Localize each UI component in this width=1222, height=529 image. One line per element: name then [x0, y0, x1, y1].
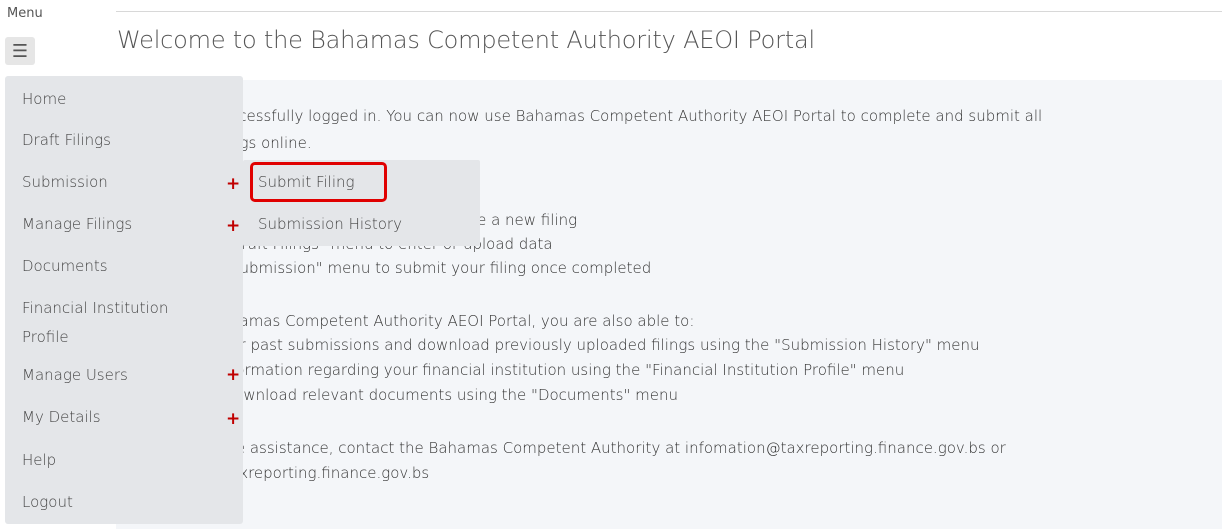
hamburger-icon: ☰ — [11, 40, 29, 62]
header-divider — [116, 11, 1222, 12]
menu-label: Menu — [7, 6, 43, 21]
content-line: ccessfully logged in. You can now use Ba… — [230, 107, 1043, 125]
menu-item-my-details[interactable]: My Details — [22, 404, 101, 431]
submenu-item-submit-filing[interactable]: Submit Filing — [258, 173, 355, 191]
menu-item-financial-institution-profile[interactable]: Financial Institution Profile — [22, 294, 168, 352]
submenu-item-submission-history[interactable]: Submission History — [258, 215, 402, 233]
plus-icon[interactable]: + — [226, 367, 240, 384]
menu-item-submission[interactable]: Submission — [22, 169, 108, 196]
content-line: formation regarding your financial insti… — [230, 361, 905, 379]
submission-submenu: Submit Filing Submission History — [243, 160, 480, 246]
side-menu: Home Draft Filings Submission Manage Fil… — [5, 76, 243, 524]
page-title: Welcome to the Bahamas Competent Authori… — [117, 26, 815, 54]
menu-item-manage-filings[interactable]: Manage Filings — [22, 211, 132, 238]
content-line: Submission" menu to submit your filing o… — [230, 259, 652, 277]
content-line: ur past submissions and download previou… — [230, 336, 980, 354]
menu-item-label: Financial Institution — [22, 299, 169, 317]
content-line: hamas Competent Authority AEOI Portal, y… — [230, 312, 695, 330]
menu-item-manage-users[interactable]: Manage Users — [22, 362, 128, 389]
menu-item-help[interactable]: Help — [22, 447, 56, 474]
plus-icon[interactable]: + — [226, 411, 240, 428]
menu-item-draft-filings[interactable]: Draft Filings — [22, 127, 111, 154]
content-line: lownload relevant documents using the "D… — [230, 386, 678, 404]
menu-item-home[interactable]: Home — [22, 86, 66, 113]
plus-icon[interactable]: + — [226, 218, 240, 235]
plus-icon[interactable]: + — [226, 176, 240, 193]
menu-toggle-button[interactable]: ☰ — [5, 37, 35, 65]
menu-item-documents[interactable]: Documents — [22, 253, 108, 280]
content-line: axreporting.finance.gov.bs — [230, 464, 430, 482]
menu-item-logout[interactable]: Logout — [22, 489, 73, 516]
content-line: re assistance, contact the Bahamas Compe… — [230, 439, 1006, 457]
menu-item-label: Profile — [22, 328, 69, 346]
